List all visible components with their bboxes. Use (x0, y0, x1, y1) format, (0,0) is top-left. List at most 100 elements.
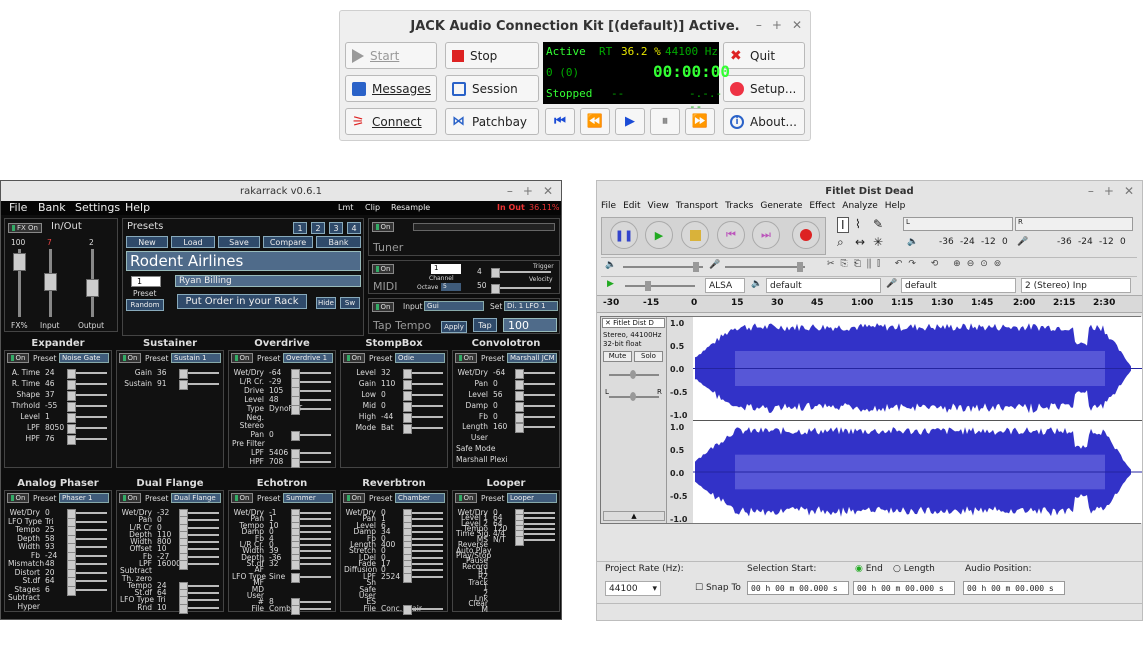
effect-on-toggle[interactable]: On (455, 353, 477, 363)
length-radio[interactable]: ○ Length (893, 564, 935, 574)
param-slider[interactable] (179, 560, 219, 570)
param-slider[interactable] (291, 369, 331, 379)
param-slider[interactable] (291, 449, 331, 460)
minimize-icon[interactable]: – (756, 18, 762, 32)
param-slider[interactable] (67, 402, 107, 412)
load-preset-button[interactable]: Load (171, 236, 215, 248)
skip-start-button[interactable]: ⏮ (717, 221, 745, 249)
session-button[interactable]: Session (445, 75, 539, 102)
param-slider[interactable] (515, 390, 555, 401)
output-device-select[interactable]: default (766, 278, 881, 293)
effect-on-toggle[interactable]: On (7, 353, 29, 363)
param-slider[interactable] (291, 547, 331, 558)
effect-on-toggle[interactable]: On (455, 493, 477, 503)
effect-preset-select[interactable]: Sustain 1 (171, 353, 221, 363)
param-slider[interactable] (403, 369, 443, 379)
effect-on-toggle[interactable]: On (231, 353, 253, 363)
menu-generate[interactable]: Generate (760, 201, 802, 215)
param-slider[interactable] (291, 598, 331, 609)
rakarrack-titlebar[interactable]: rakarrack v0.6.1 – + ✕ (1, 181, 561, 201)
param-slider[interactable] (515, 412, 555, 423)
param-slider[interactable] (515, 401, 555, 412)
minimize-icon[interactable]: – (1088, 184, 1094, 198)
effect-on-toggle[interactable]: On (119, 353, 141, 363)
mute-button[interactable]: Mute (603, 351, 632, 362)
zoom-tool-icon[interactable]: ⌕ (837, 235, 844, 250)
param-slider[interactable] (291, 521, 331, 532)
quit-button[interactable]: ✖ Quit (723, 42, 805, 69)
menu-edit[interactable]: Edit (623, 201, 640, 215)
input-fader[interactable] (44, 249, 57, 317)
record-meter[interactable]: R (1015, 217, 1133, 231)
author-field[interactable]: Ryan Billing (175, 275, 361, 287)
tuner-on-toggle[interactable]: On (372, 222, 394, 232)
param-slider[interactable] (179, 581, 219, 592)
param-slider[interactable] (67, 369, 107, 379)
param-slider[interactable] (403, 560, 443, 570)
setup-button[interactable]: Setup... (723, 75, 805, 102)
playback-meter[interactable]: L (903, 217, 1013, 231)
param-slider[interactable] (67, 380, 107, 390)
solo-button[interactable]: Solo (634, 351, 663, 362)
param-slider[interactable] (403, 534, 443, 545)
octave-field[interactable]: 5 (441, 283, 461, 291)
bank-button[interactable]: Bank (316, 236, 361, 248)
param-slider[interactable] (515, 379, 555, 390)
param-slider[interactable] (515, 535, 555, 546)
selection-start-field[interactable]: 00 h 00 m 00.000 s (747, 581, 849, 595)
close-icon[interactable]: ✕ (543, 184, 553, 198)
menu-effect[interactable]: Effect (809, 201, 835, 215)
fx-fader[interactable] (13, 249, 26, 317)
preset-1-button[interactable]: 1 (293, 222, 307, 234)
param-slider[interactable] (67, 509, 107, 519)
tempo-field[interactable]: 100 (503, 318, 557, 332)
input-device-select[interactable]: default (901, 278, 1016, 293)
maximize-icon[interactable]: + (1104, 184, 1114, 198)
preset-3-button[interactable]: 3 (329, 222, 343, 234)
pan-slider[interactable] (609, 392, 659, 401)
param-slider[interactable] (403, 566, 443, 577)
param-slider[interactable] (403, 521, 443, 532)
input-channels-select[interactable]: 2 (Stereo) Inp (1021, 278, 1131, 293)
output-fader[interactable] (86, 249, 99, 317)
rewind-start-button[interactable]: ⏮ (545, 108, 575, 135)
play-button[interactable]: ▶ (615, 108, 645, 135)
maximize-icon[interactable]: + (772, 18, 782, 32)
compare-button[interactable]: Compare (263, 236, 313, 248)
close-icon[interactable]: ✕ (1124, 184, 1134, 198)
param-slider[interactable] (515, 423, 555, 434)
stop-button[interactable]: Stop (445, 42, 539, 69)
apply-button[interactable]: Apply (441, 321, 467, 333)
skip-end-button[interactable]: ⏭ (752, 221, 780, 249)
effect-preset-select[interactable]: Summer (283, 493, 333, 503)
minimize-icon[interactable]: – (507, 184, 513, 198)
effect-on-toggle[interactable]: On (7, 493, 29, 503)
param-slider[interactable] (179, 516, 219, 527)
envelope-tool-icon[interactable]: ⌇ (855, 217, 861, 231)
param-slider[interactable] (291, 604, 331, 615)
param-slider[interactable] (403, 515, 443, 526)
param-slider[interactable] (179, 603, 219, 614)
draw-tool-icon[interactable]: ✎ (873, 217, 883, 231)
param-slider[interactable] (403, 553, 443, 564)
random-button[interactable]: Random (126, 299, 164, 311)
menu-bank[interactable]: Bank (38, 201, 66, 214)
param-slider[interactable] (403, 380, 443, 390)
menu-file[interactable]: File (9, 201, 27, 214)
jack-titlebar[interactable]: JACK Audio Connection Kit [(default)] Ac… (340, 11, 810, 41)
param-slider[interactable] (403, 572, 443, 583)
param-slider[interactable] (179, 545, 219, 556)
save-preset-button[interactable]: Save (218, 236, 260, 248)
effect-on-toggle[interactable]: On (231, 493, 253, 503)
pause-button[interactable]: ⏸ (650, 108, 680, 135)
put-order-button[interactable]: Put Order in your Rack (177, 294, 307, 309)
effect-preset-select[interactable]: Looper (507, 493, 557, 503)
record-button[interactable] (792, 221, 820, 249)
host-select[interactable]: ALSA (705, 278, 745, 293)
param-slider[interactable] (291, 386, 331, 397)
param-slider[interactable] (291, 404, 331, 415)
param-slider[interactable] (291, 540, 331, 551)
multi-tool-icon[interactable]: ✳ (873, 235, 883, 249)
timeshift-tool-icon[interactable]: ↔ (855, 235, 865, 249)
play-speed-slider[interactable] (625, 281, 695, 291)
